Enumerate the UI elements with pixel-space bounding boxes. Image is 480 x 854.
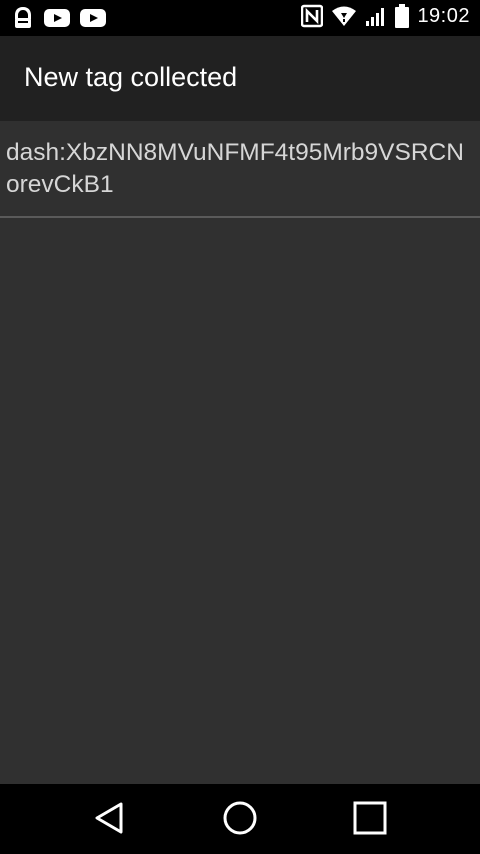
status-time: 19:02: [417, 4, 470, 27]
status-bar-notifications: [12, 6, 106, 30]
page-title: New tag collected: [24, 62, 238, 92]
notification-app-icon: [12, 6, 34, 30]
list-divider: [0, 216, 480, 218]
recents-button[interactable]: [348, 798, 392, 842]
youtube-icon: [80, 8, 106, 28]
recents-icon: [353, 801, 387, 840]
status-bar: 19:02: [0, 0, 480, 36]
home-button[interactable]: [218, 798, 262, 842]
action-bar: New tag collected: [0, 36, 480, 121]
tag-list[interactable]: dash:XbzNN8MVuNFMF4t95Mrb9VSRCNorevCkB1: [0, 121, 480, 784]
screen: 19:02 New tag collected dash:XbzNN8MVuNF…: [0, 0, 480, 854]
status-bar-system: 19:02: [301, 4, 470, 28]
back-icon: [93, 801, 125, 840]
home-icon: [222, 800, 258, 841]
tag-value: dash:XbzNN8MVuNFMF4t95Mrb9VSRCNorevCkB1: [6, 139, 464, 198]
list-item[interactable]: dash:XbzNN8MVuNFMF4t95Mrb9VSRCNorevCkB1: [0, 121, 480, 215]
wifi-icon: [331, 5, 357, 27]
signal-icon: [365, 5, 387, 27]
battery-icon: [395, 4, 410, 28]
back-button[interactable]: [87, 798, 131, 842]
youtube-icon: [44, 8, 70, 28]
navigation-bar: [0, 784, 480, 854]
nfc-icon: [301, 4, 324, 28]
